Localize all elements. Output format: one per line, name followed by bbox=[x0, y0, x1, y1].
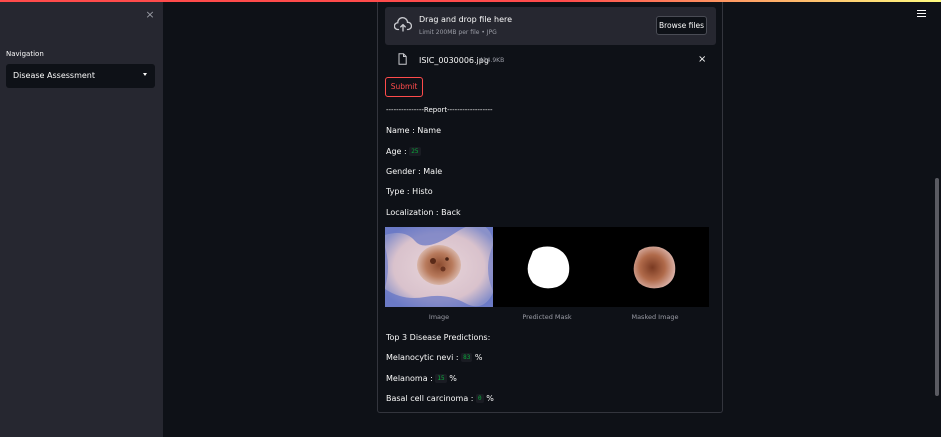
close-sidebar-icon[interactable]: × bbox=[145, 9, 155, 20]
localization-label: Localization : bbox=[386, 208, 439, 217]
predicted-mask-caption: Predicted Mask bbox=[522, 313, 572, 321]
uploaded-file-size: 414.9KB bbox=[479, 57, 505, 64]
prediction-unit: % bbox=[486, 394, 494, 403]
age-label: Age : bbox=[386, 147, 407, 156]
masked-image bbox=[601, 227, 709, 307]
skin-lesion-image bbox=[385, 227, 493, 307]
scrollbar-thumb[interactable] bbox=[935, 178, 939, 396]
age-value: 25 bbox=[409, 147, 421, 156]
gender-label: Gender : bbox=[386, 167, 421, 176]
browse-files-button[interactable]: Browse files bbox=[656, 16, 707, 35]
type-value: Histo bbox=[412, 187, 433, 196]
prediction-value: 15 bbox=[435, 374, 447, 383]
file-icon bbox=[398, 53, 407, 65]
report-header: ---------------Report------------------ bbox=[386, 106, 493, 114]
gender-field: Gender : Male bbox=[386, 167, 442, 176]
cloud-upload-icon bbox=[394, 17, 412, 32]
gender-value: Male bbox=[423, 167, 443, 176]
prediction-unit: % bbox=[449, 374, 457, 383]
predictions-title: Top 3 Disease Predictions: bbox=[386, 333, 491, 342]
prediction-label: Melanoma : bbox=[386, 374, 433, 383]
prediction-label: Melanocytic nevi : bbox=[386, 353, 459, 362]
file-dropzone[interactable]: Drag and drop file here Limit 200MB per … bbox=[385, 7, 716, 45]
sidebar: × Navigation Disease Assessment bbox=[0, 2, 163, 437]
prediction-value: 83 bbox=[461, 353, 473, 362]
masked-image-caption: Masked Image bbox=[631, 313, 679, 321]
name-field: Name : Name bbox=[386, 126, 441, 135]
name-label: Name : bbox=[386, 126, 415, 135]
prediction-row: Melanoma : 15 % bbox=[386, 374, 457, 383]
navigation-label: Navigation bbox=[6, 50, 44, 58]
submit-button[interactable]: Submit bbox=[385, 77, 423, 97]
navigation-select[interactable]: Disease Assessment bbox=[6, 64, 155, 88]
localization-field: Localization : Back bbox=[386, 208, 461, 217]
type-field: Type : Histo bbox=[386, 187, 433, 196]
dropzone-title: Drag and drop file here bbox=[419, 15, 513, 24]
predicted-mask-image bbox=[493, 227, 601, 307]
chevron-down-icon bbox=[143, 73, 147, 76]
prediction-value: 0 bbox=[476, 394, 484, 403]
dropzone-limit-text: Limit 200MB per file • JPG bbox=[419, 29, 497, 36]
type-label: Type : bbox=[386, 187, 410, 196]
localization-value: Back bbox=[441, 208, 461, 217]
prediction-unit: % bbox=[474, 353, 483, 362]
image-caption: Image bbox=[428, 313, 450, 321]
remove-file-icon[interactable]: × bbox=[698, 54, 706, 65]
age-field: Age : 25 bbox=[386, 147, 421, 156]
hamburger-menu-icon[interactable] bbox=[917, 10, 926, 18]
name-value: Name bbox=[417, 126, 441, 135]
prediction-label: Basal cell carcinoma : bbox=[386, 394, 474, 403]
prediction-row: Basal cell carcinoma : 0 % bbox=[386, 394, 494, 403]
navigation-select-value: Disease Assessment bbox=[13, 71, 95, 80]
prediction-row: Melanocytic nevi : 83 % bbox=[386, 353, 482, 362]
